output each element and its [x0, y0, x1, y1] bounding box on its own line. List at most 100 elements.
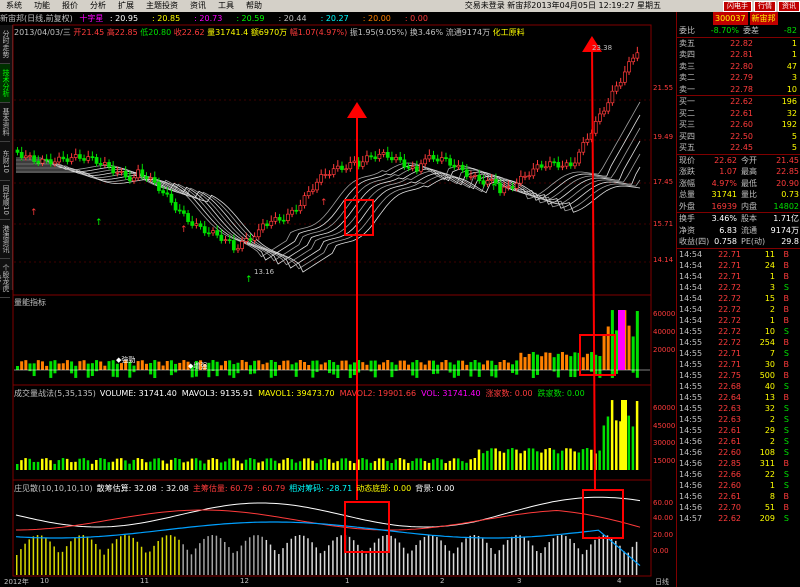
candle-body — [456, 164, 461, 168]
ind-item-6: 背景: 0.00 — [415, 484, 455, 493]
period-label[interactable]: 日线 — [655, 577, 669, 587]
kline-chart[interactable]: ↑ ↑ ↑ ↑ ↑ ↑ — [0, 0, 676, 587]
stat-value-a: 1.07 — [719, 167, 737, 176]
ind-bar — [286, 542, 288, 575]
tick-side: B — [783, 315, 790, 325]
ind-bar — [315, 547, 318, 575]
tick-row-3: 14:54 22.72 3 S — [677, 282, 800, 293]
tick-volume: 2 — [769, 436, 775, 446]
tick-price: 22.61 — [718, 436, 741, 446]
weibi-value: -8.70% — [710, 26, 739, 35]
ind-bar — [111, 543, 114, 575]
vw-bar — [140, 458, 144, 470]
vol-bar — [440, 362, 444, 370]
vw-bar — [103, 458, 106, 470]
tick-time: 14:55 — [679, 414, 703, 424]
ind-bar — [382, 535, 384, 575]
candle-body — [452, 164, 457, 168]
vw-bar — [506, 449, 510, 470]
ind-bar — [219, 538, 222, 575]
tick-price: 22.71 — [718, 271, 741, 281]
vw-bar — [169, 459, 173, 470]
top-badge-2[interactable]: 资讯 — [778, 1, 800, 12]
vol-bar-neg — [253, 370, 257, 374]
vol-bar — [282, 360, 286, 370]
candle-body — [365, 155, 369, 163]
candle-body — [119, 171, 124, 173]
candle-body — [98, 163, 103, 165]
tick-side: B — [783, 458, 790, 468]
tick-price: 22.71 — [718, 260, 741, 270]
tick-price: 22.63 — [718, 414, 741, 424]
candle-body — [510, 186, 515, 189]
ind-bar — [298, 535, 301, 575]
stat-value-a: 4.97% — [711, 178, 737, 188]
stat-label-b: 量比 — [741, 190, 757, 199]
tick-row-12: 14:55 22.68 40 S — [677, 381, 800, 392]
tick-price: 22.75 — [718, 370, 741, 380]
vw-item-3: MAVOL2: 19901.66 — [339, 389, 417, 398]
tick-volume: 209 — [759, 513, 775, 523]
ind-bar — [377, 538, 380, 575]
candle-body — [327, 174, 332, 176]
tick-time: 14:56 — [679, 502, 703, 512]
candle-body — [236, 248, 240, 251]
top-badge-1[interactable]: 行情 — [754, 1, 776, 12]
tick-time: 14:55 — [679, 359, 703, 369]
vol-bar — [344, 360, 348, 370]
ind-bar — [456, 547, 459, 575]
ind-bar — [278, 553, 280, 575]
candle-body — [335, 165, 340, 170]
vw-bar — [390, 462, 393, 470]
tick-row-17: 14:56 22.61 2 S — [677, 436, 800, 447]
candle-body — [165, 192, 170, 195]
candle-body — [435, 158, 440, 162]
vol-bar — [182, 360, 186, 370]
candle-body — [373, 156, 378, 159]
ind-bar — [332, 540, 334, 575]
tick-row-2: 14:54 22.71 1 B — [677, 271, 800, 282]
ind-bar — [594, 539, 596, 575]
vw-bar — [45, 458, 48, 470]
candle-body — [506, 186, 511, 188]
vol-bar — [531, 352, 535, 370]
stat-row-4: 外盘 16939 内盘 14802 — [677, 201, 800, 213]
vol-bar — [544, 352, 548, 370]
candle-body — [302, 195, 307, 206]
candle-body — [103, 162, 107, 165]
candle-body — [539, 164, 544, 168]
vw-bar — [161, 460, 165, 470]
tick-time: 14:54 — [679, 260, 703, 270]
vol-bar — [57, 363, 61, 370]
vw-bar — [498, 451, 502, 470]
vol-bar — [407, 364, 411, 370]
vol-bar — [157, 361, 161, 370]
ask-row-3: 卖二 22.79 3 — [677, 72, 800, 84]
price-tick-3: 15.71 — [653, 220, 674, 228]
vol-tick-1: 40000 — [653, 328, 676, 336]
vw-bar — [452, 458, 456, 470]
vol-bar — [99, 361, 103, 370]
candle-body — [602, 110, 606, 115]
candle-body — [82, 158, 86, 161]
ribbon-line-2 — [16, 127, 641, 262]
date-tick-7: 4 — [617, 577, 622, 585]
ind-bar — [432, 535, 434, 575]
tick-side: S — [783, 326, 789, 336]
top-badge-0[interactable]: 闪电手 — [723, 1, 752, 12]
vol-bar — [153, 360, 157, 370]
quote-header: 300037 新宙邦 — [677, 12, 800, 25]
tick-side: S — [783, 513, 789, 523]
vol-bar — [215, 361, 219, 370]
vol-bar-peak — [618, 310, 625, 370]
ind-bar — [407, 553, 409, 575]
tick-price: 22.72 — [718, 304, 741, 314]
vol-bar-neg — [494, 370, 498, 378]
candle-body — [340, 165, 344, 170]
tick-price: 22.72 — [718, 337, 741, 347]
vol-bar-neg — [228, 370, 232, 376]
ind-bar — [236, 551, 238, 575]
ind-bar — [357, 544, 359, 575]
vol-bar-neg — [411, 370, 415, 376]
vw-bar — [386, 460, 389, 470]
